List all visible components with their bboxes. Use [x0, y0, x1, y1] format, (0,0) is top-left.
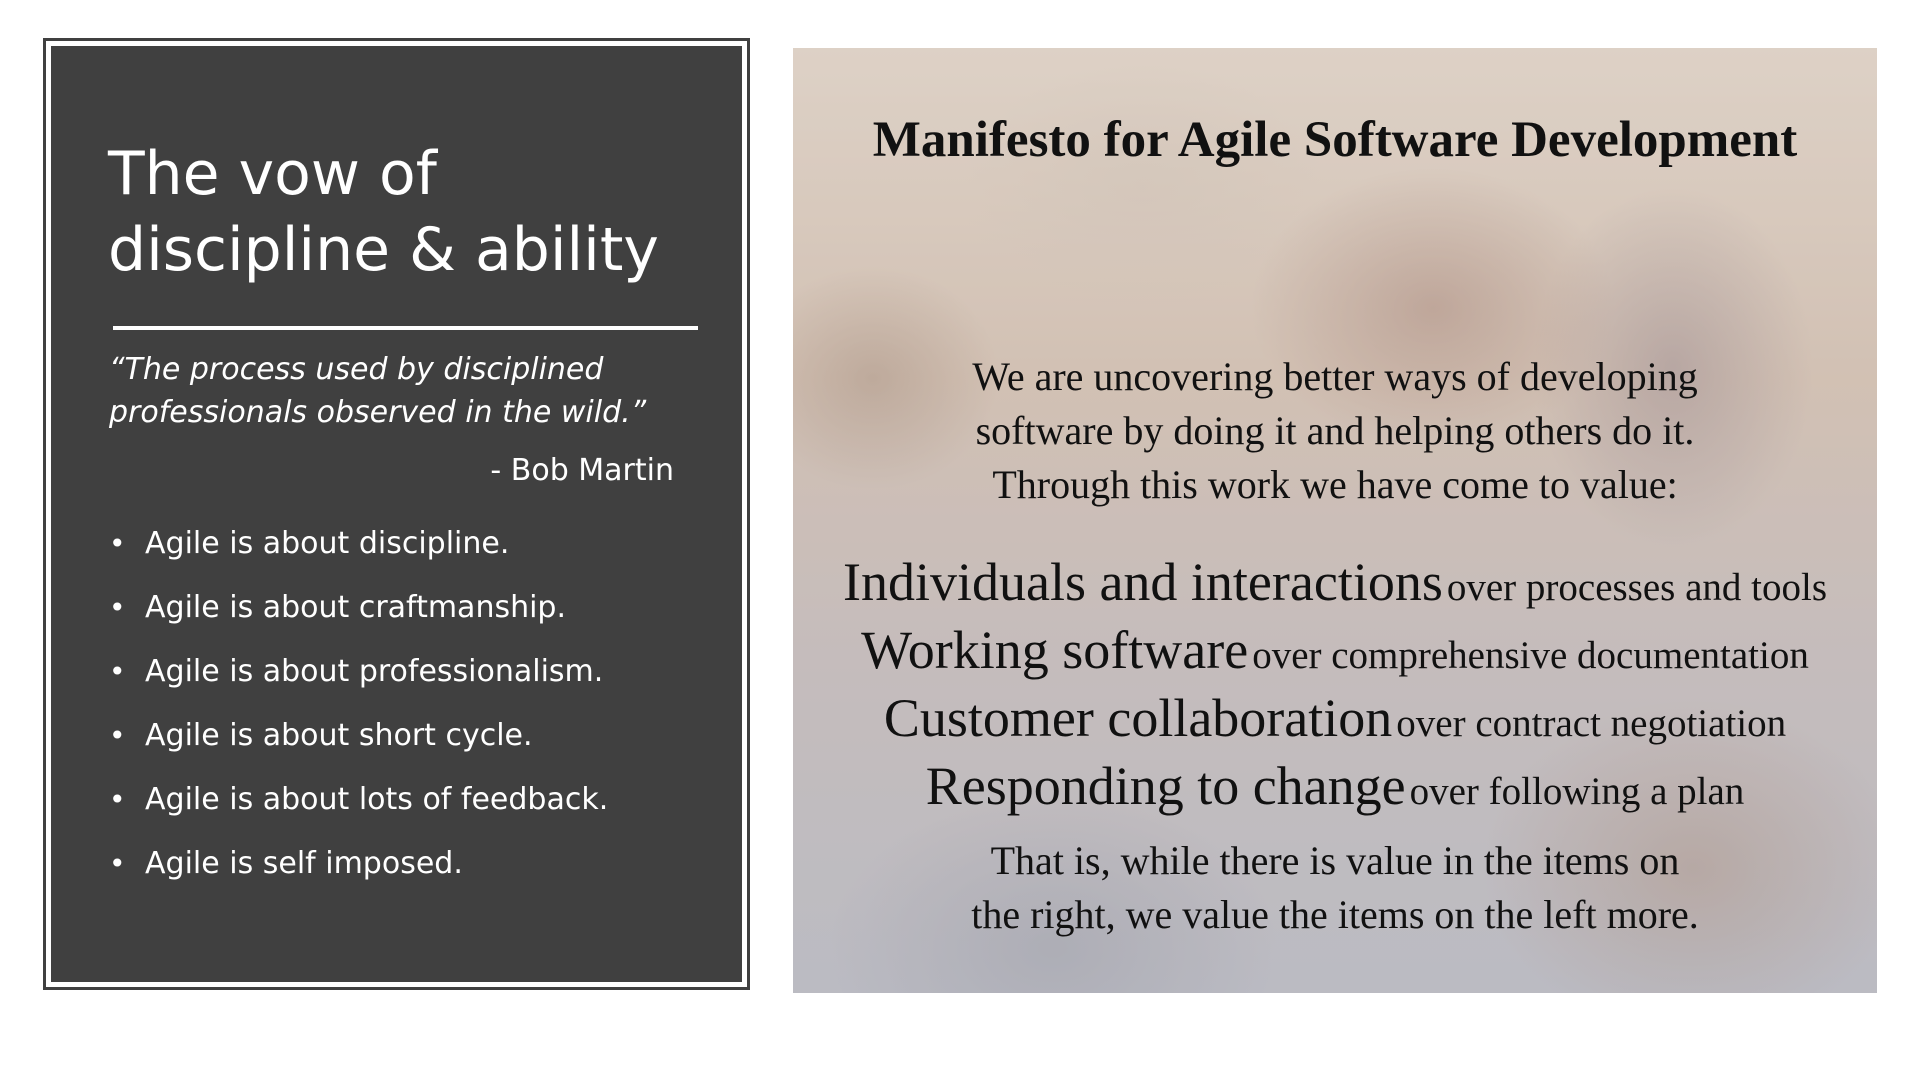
quote-line-1: “The process used by disciplined	[109, 352, 604, 387]
bullet-text: Agile is about lots of feedback.	[145, 782, 609, 817]
manifesto-intro: We are uncovering better ways of develop…	[793, 350, 1877, 512]
manifesto-closing-line: the right, we value the items on the lef…	[971, 892, 1699, 937]
bullet-dot-icon: •	[109, 783, 126, 816]
bullet-text: Agile is about short cycle.	[145, 718, 533, 753]
bullet-dot-icon: •	[109, 591, 126, 624]
slide-title-line-2: discipline & ability	[108, 215, 659, 285]
slide-title: The vow of discipline & ability	[108, 136, 668, 288]
manifesto-intro-line: Through this work we have come to value:	[992, 462, 1678, 507]
bullet-item: • Agile is self imposed.	[109, 832, 608, 896]
bullet-item: • Agile is about lots of feedback.	[109, 768, 608, 832]
bullet-text: Agile is about craftmanship.	[145, 590, 567, 625]
value-over: over following a plan	[1409, 770, 1745, 813]
manifesto-image: Manifesto for Agile Software Development…	[793, 48, 1877, 993]
bullet-text: Agile is about professionalism.	[145, 654, 604, 689]
manifesto-closing: That is, while there is value in the ite…	[793, 834, 1877, 942]
bullet-text: Agile is about discipline.	[145, 526, 510, 561]
quote-line-2: professionals observed in the wild.”	[109, 395, 647, 430]
quote-attribution: - Bob Martin	[490, 453, 674, 488]
slide-title-line-1: The vow of	[108, 139, 437, 209]
manifesto-value-row: Responding to change over following a pl…	[793, 752, 1877, 820]
left-panel: The vow of discipline & ability “The pro…	[43, 38, 750, 990]
title-divider	[113, 326, 698, 330]
manifesto-value-row: Individuals and interactions over proces…	[793, 548, 1877, 616]
left-panel-inner: The vow of discipline & ability “The pro…	[51, 46, 742, 982]
manifesto-title: Manifesto for Agile Software Development	[872, 112, 1798, 168]
bullet-item: • Agile is about craftmanship.	[109, 576, 608, 640]
quote: “The process used by disciplined profess…	[109, 348, 709, 434]
manifesto-intro-line: software by doing it and helping others …	[975, 408, 1695, 453]
value-preferred: Responding to change	[925, 756, 1406, 816]
value-preferred: Customer collaboration	[883, 688, 1393, 748]
value-preferred: Working software	[861, 620, 1249, 680]
value-over: over contract negotiation	[1396, 702, 1787, 745]
bullet-dot-icon: •	[109, 527, 126, 560]
bullet-dot-icon: •	[109, 847, 126, 880]
value-over: over comprehensive documentation	[1252, 634, 1809, 677]
bullet-dot-icon: •	[109, 655, 126, 688]
manifesto-value-row: Working software over comprehensive docu…	[793, 616, 1877, 684]
bullet-item: • Agile is about discipline.	[109, 512, 608, 576]
slide: The vow of discipline & ability “The pro…	[0, 0, 1920, 1080]
bullet-item: • Agile is about professionalism.	[109, 640, 608, 704]
manifesto-value-row: Customer collaboration over contract neg…	[793, 684, 1877, 752]
manifesto-closing-line: That is, while there is value in the ite…	[990, 838, 1680, 883]
manifesto-intro-line: We are uncovering better ways of develop…	[972, 354, 1698, 399]
value-preferred: Individuals and interactions	[842, 552, 1443, 612]
value-over: over processes and tools	[1446, 566, 1827, 609]
bullet-dot-icon: •	[109, 719, 126, 752]
bullet-text: Agile is self imposed.	[145, 846, 463, 881]
manifesto-values: Individuals and interactions over proces…	[793, 548, 1877, 820]
bullet-item: • Agile is about short cycle.	[109, 704, 608, 768]
bullet-list: • Agile is about discipline. • Agile is …	[109, 512, 608, 896]
